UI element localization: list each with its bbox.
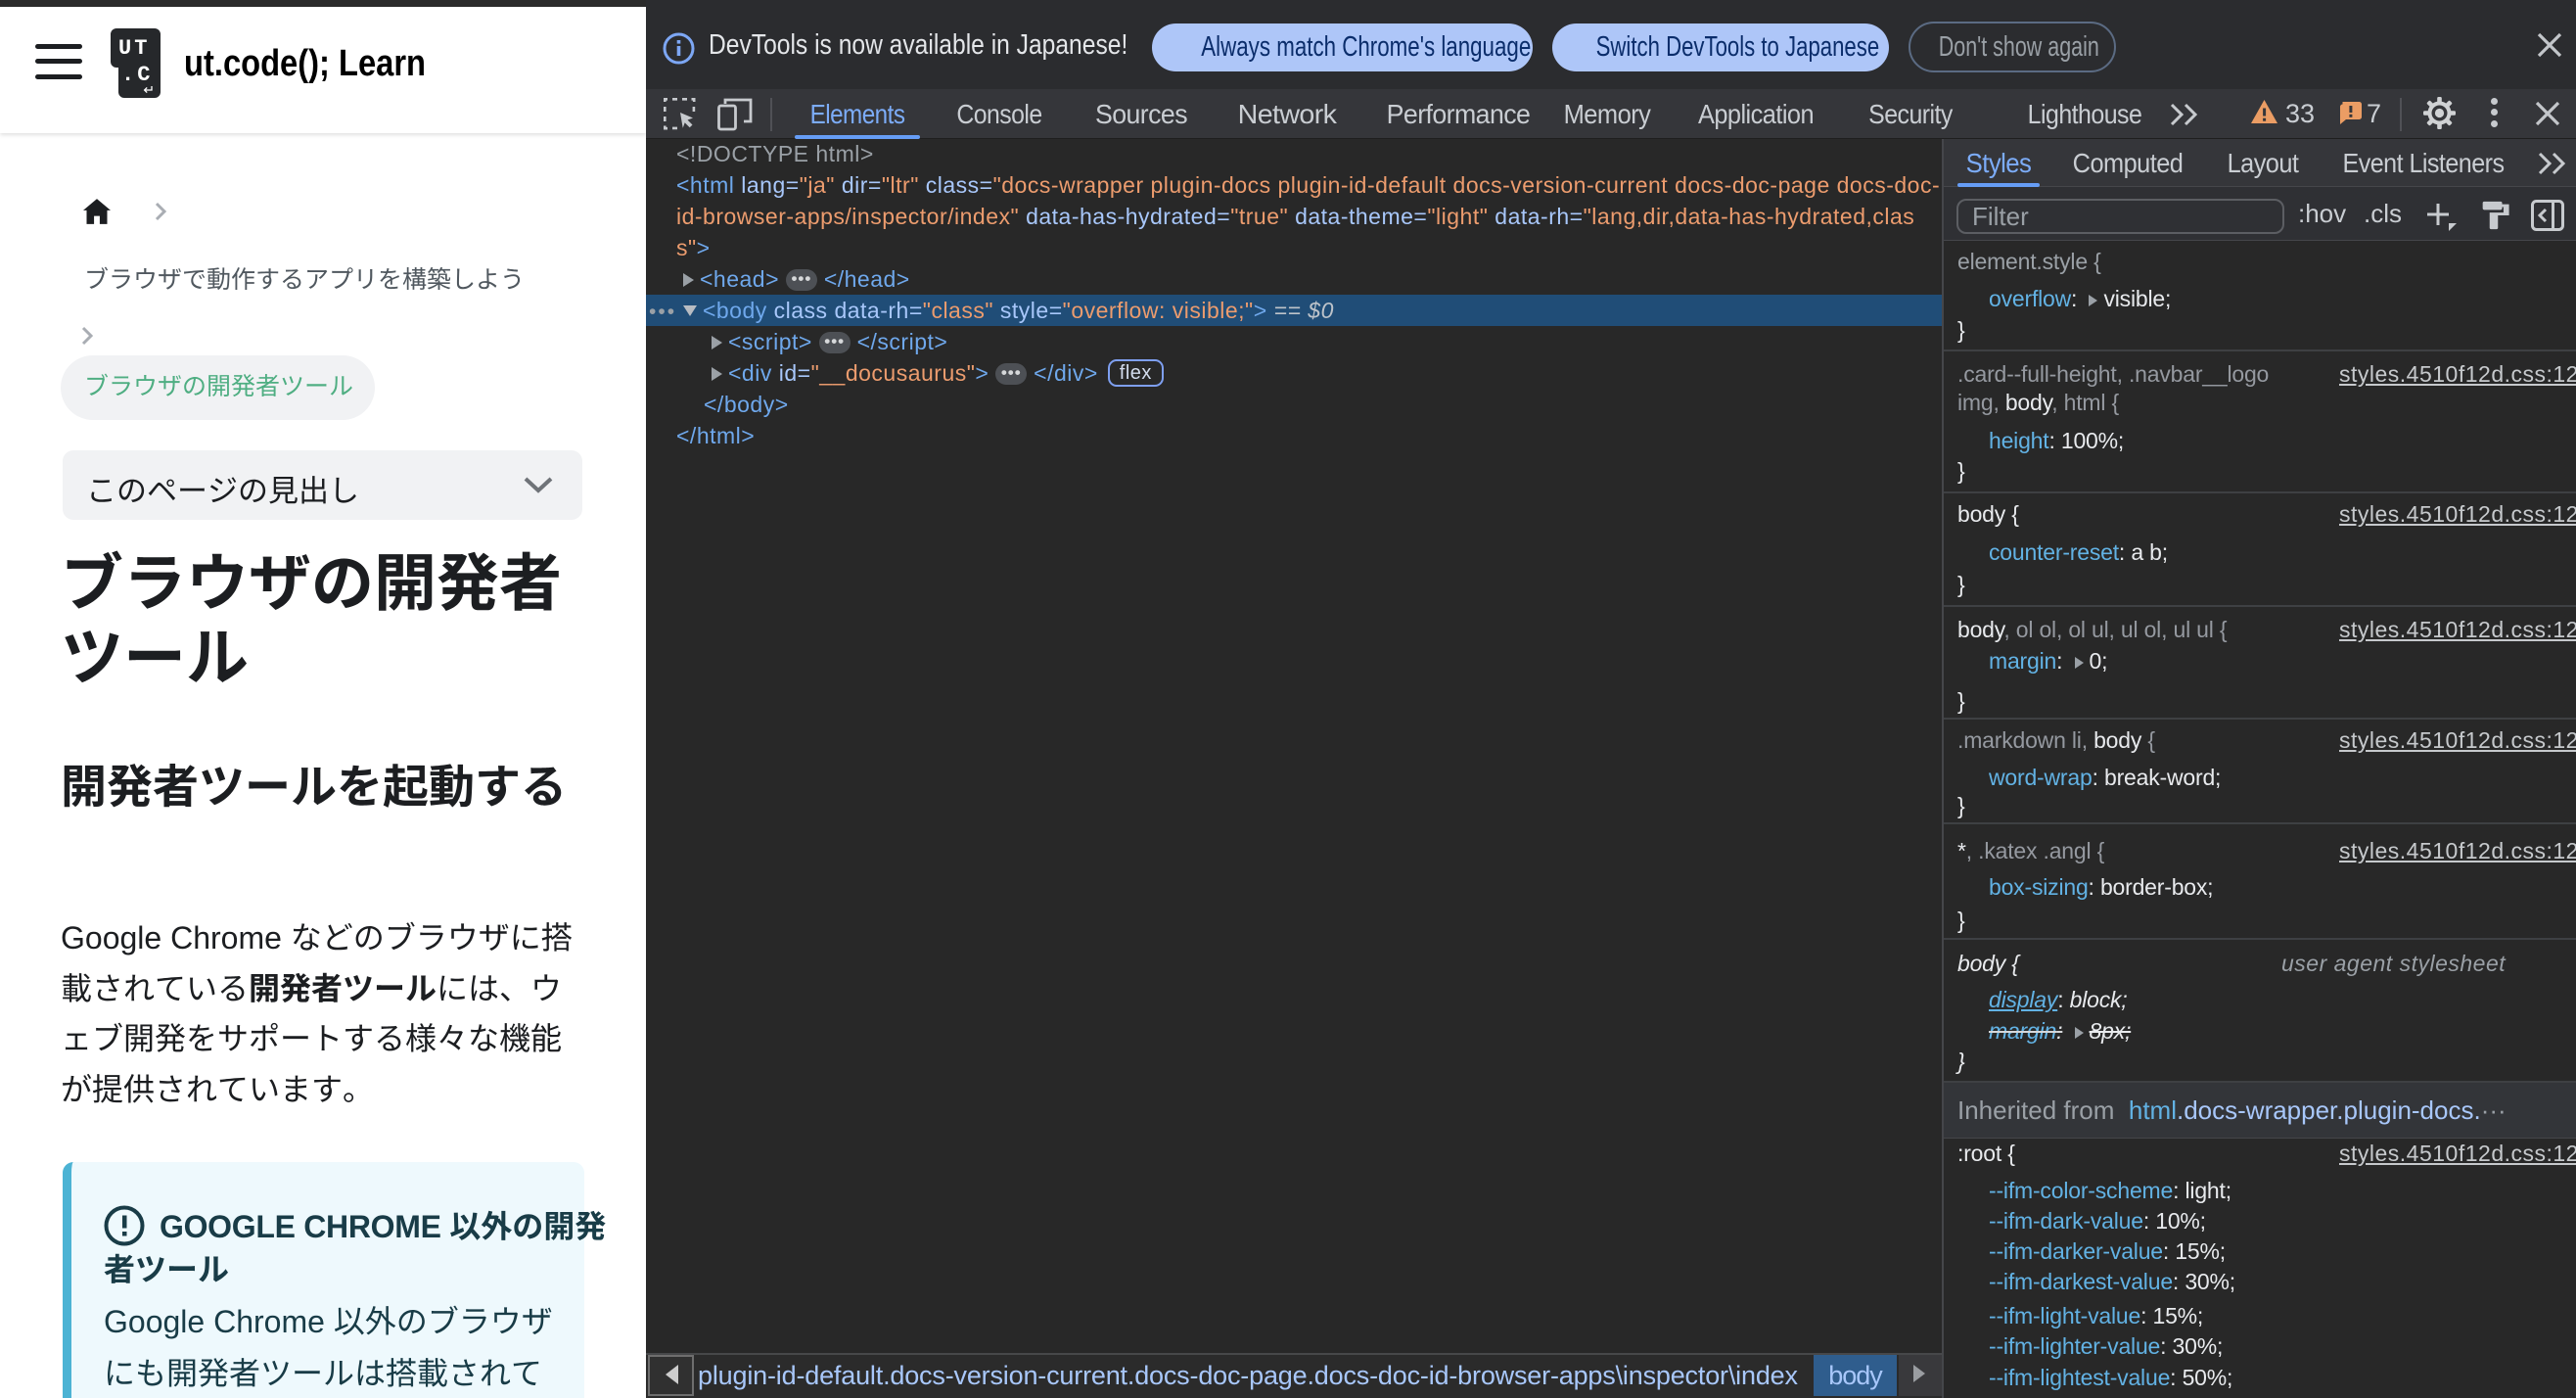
svg-text:.C: .C — [121, 63, 153, 87]
svg-text:Google Chrome: Google Chrome — [61, 920, 282, 955]
svg-text:Google Chrome: Google Chrome — [104, 1304, 325, 1339]
svg-text:GOOGLE CHROME: GOOGLE CHROME — [160, 1209, 441, 1244]
svg-text:UT: UT — [118, 36, 150, 61]
